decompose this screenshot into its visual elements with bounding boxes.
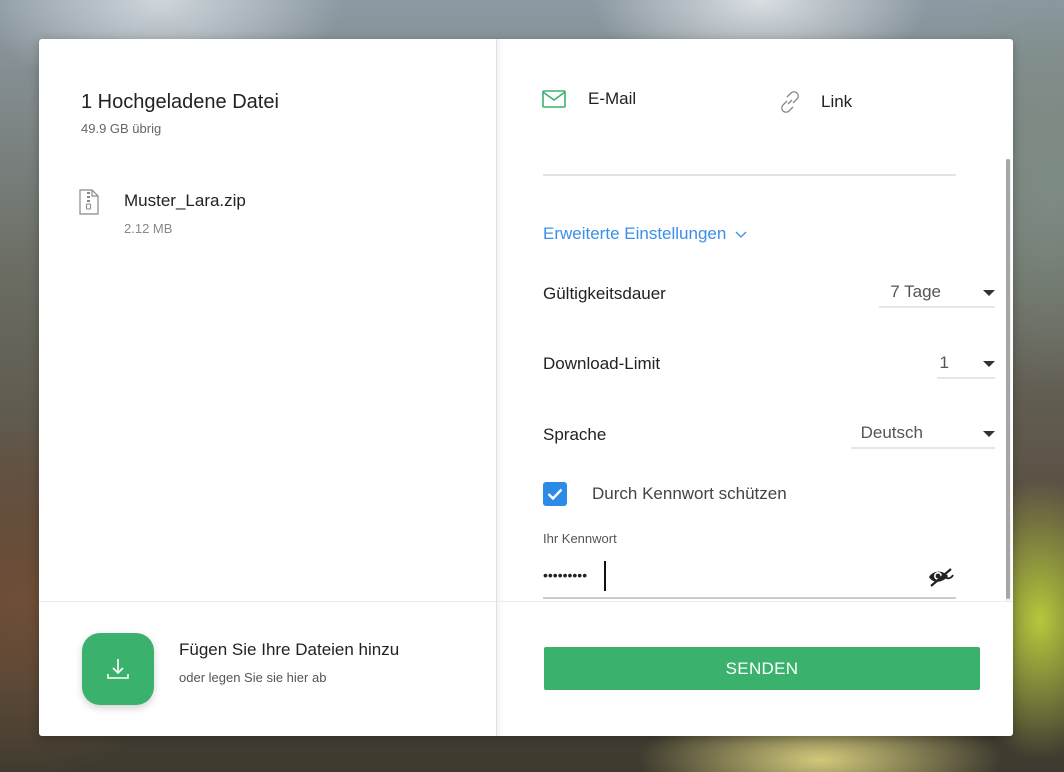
text-cursor: [604, 561, 606, 591]
file-size: 2.12 MB: [124, 221, 173, 236]
validity-value: 7 Tage: [890, 282, 941, 301]
recipients-input-line[interactable]: [543, 174, 956, 176]
dropdown-arrow-icon: [983, 431, 995, 437]
scrollbar-thumb[interactable]: [1006, 159, 1010, 599]
password-underline: [543, 597, 956, 599]
checkmark-icon: [547, 488, 563, 500]
dropdown-arrow-icon: [983, 290, 995, 296]
language-select[interactable]: Deutsch: [851, 419, 995, 449]
chevron-down-icon: [735, 231, 747, 238]
advanced-settings-toggle[interactable]: Erweiterte Einstellungen: [543, 224, 747, 244]
zip-file-icon: [79, 189, 99, 215]
divider: [39, 601, 496, 602]
password-protect-label[interactable]: Durch Kennwort schützen: [592, 484, 787, 504]
validity-label: Gültigkeitsdauer: [543, 284, 666, 303]
download-limit-label: Download-Limit: [543, 354, 661, 373]
advanced-settings-label: Erweiterte Einstellungen: [543, 224, 727, 243]
password-field-label: Ihr Kennwort: [543, 531, 617, 546]
tab-email[interactable]: E-Mail: [542, 89, 636, 109]
language-value: Deutsch: [860, 423, 923, 442]
divider: [497, 601, 1013, 602]
add-files-title[interactable]: Fügen Sie Ihre Dateien hinzu: [179, 640, 399, 660]
file-name: Muster_Lara.zip: [124, 191, 246, 210]
tab-link[interactable]: Link: [777, 89, 852, 115]
language-label: Sprache: [543, 425, 607, 444]
hide-password-icon[interactable]: [927, 567, 955, 587]
storage-remaining: 49.9 GB übrig: [81, 121, 162, 136]
files-panel: 1 Hochgeladene Datei 49.9 GB übrig Muste…: [39, 39, 497, 736]
uploaded-files-title: 1 Hochgeladene Datei: [81, 91, 279, 113]
add-files-subtitle: oder legen Sie sie hier ab: [179, 670, 327, 685]
dropdown-arrow-icon: [983, 361, 995, 367]
tab-email-label: E-Mail: [588, 89, 637, 108]
password-protect-checkbox[interactable]: [543, 482, 567, 506]
download-limit-select[interactable]: 1: [937, 349, 995, 379]
link-icon: [781, 91, 799, 113]
mail-icon: [542, 90, 566, 108]
transfer-dialog: 1 Hochgeladene Datei 49.9 GB übrig Muste…: [39, 39, 1013, 736]
send-button[interactable]: SENDEN: [544, 647, 980, 690]
password-input[interactable]: •••••••••: [543, 567, 587, 583]
tab-link-label: Link: [821, 92, 853, 111]
download-limit-value: 1: [939, 353, 949, 372]
download-icon: [107, 659, 129, 679]
validity-select[interactable]: 7 Tage: [879, 278, 995, 308]
send-panel: E-Mail Link Erweiterte Einstellungen Gül…: [497, 39, 1013, 736]
add-files-button[interactable]: [82, 633, 154, 705]
